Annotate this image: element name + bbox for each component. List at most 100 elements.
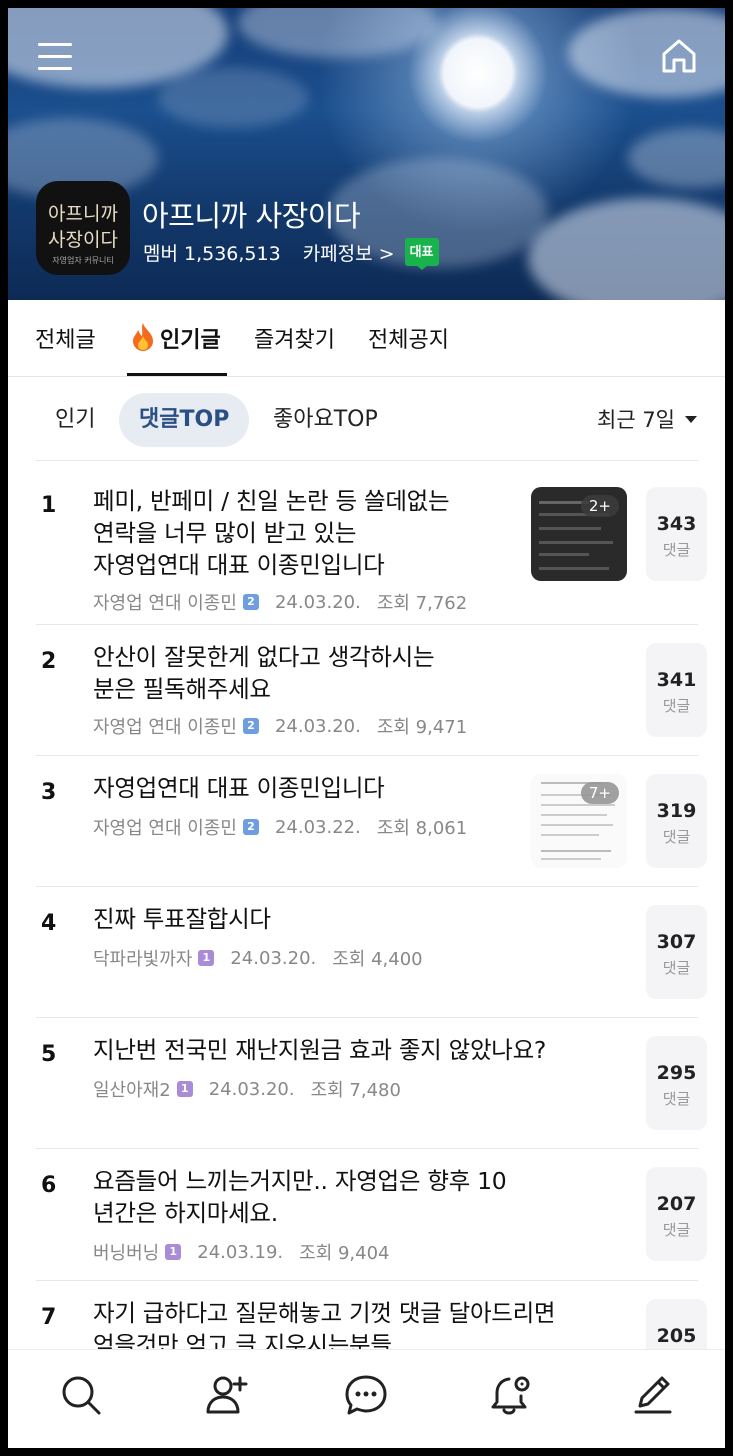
comment-count: 319 — [656, 800, 697, 822]
cafe-info-link[interactable]: 카페정보 > — [303, 239, 395, 266]
post-date: 24.03.20. — [230, 947, 317, 969]
post-meta: 자영업 연대 이종민 2 24.03.22. 조회 8,061 — [93, 814, 467, 840]
member-level-badge: 1 — [176, 1081, 193, 1097]
period-label: 최근 7일 — [597, 408, 675, 432]
cloud-decoration — [628, 128, 725, 188]
member-count: 멤버 1,536,513 — [143, 242, 281, 265]
chat-icon[interactable] — [343, 1372, 389, 1418]
post-thumbnail: 7+ — [531, 774, 627, 868]
comment-count-box: 343 댓글 — [646, 487, 707, 581]
add-friend-icon[interactable] — [203, 1372, 249, 1418]
logo-text: 아프니까 — [48, 203, 118, 225]
home-icon[interactable] — [659, 36, 699, 76]
comment-count-box: 295 댓글 — [646, 1036, 707, 1130]
menu-icon[interactable] — [38, 41, 74, 71]
post-row[interactable]: 3 자영업연대 대표 이종민입니다 자영업 연대 이종민 2 24.03.22.… — [36, 756, 707, 887]
write-icon[interactable] — [630, 1372, 676, 1418]
post-date: 24.03.19. — [197, 1241, 284, 1263]
post-rank: 1 — [41, 493, 57, 518]
post-meta: 일산아재2 1 24.03.20. 조회 7,480 — [93, 1076, 401, 1102]
comment-count-box: 319 댓글 — [646, 774, 707, 868]
member-level-badge: 1 — [198, 950, 215, 966]
search-icon[interactable] — [58, 1372, 104, 1418]
comment-label: 댓글 — [662, 828, 691, 846]
comment-count: 343 — [656, 513, 697, 535]
notification-settings-icon[interactable] — [488, 1372, 534, 1418]
comment-count-box: 341 댓글 — [646, 643, 707, 737]
post-views: 조회 9,471 — [376, 717, 468, 738]
post-rank: 2 — [41, 649, 57, 674]
post-date: 24.03.20. — [274, 715, 361, 737]
post-rank: 5 — [41, 1042, 57, 1067]
member-level-badge: 2 — [242, 594, 259, 610]
comment-label: 댓글 — [662, 697, 691, 715]
comment-count: 341 — [656, 669, 697, 691]
comment-label: 댓글 — [662, 1090, 691, 1108]
tab-popular-label: 인기글 — [160, 328, 221, 353]
post-meta: 자영업 연대 이종민 2 24.03.20. 조회 7,762 — [93, 589, 467, 615]
post-row[interactable]: 6 요즘들어 느끼는거지만.. 자영업은 향후 10 년간은 하지마세요. 버닝… — [36, 1149, 707, 1281]
post-views: 조회 7,762 — [376, 593, 468, 614]
post-row[interactable]: 5 지난번 전국민 재난지원금 효과 좋지 않았나요? 일산아재2 1 24.0… — [36, 1018, 707, 1149]
post-meta: 자영업 연대 이종민 2 24.03.20. 조회 9,471 — [93, 713, 467, 739]
logo-text: 사장이다 — [48, 229, 118, 251]
post-title: 지난번 전국민 재난지원금 효과 좋지 않았나요? — [93, 1036, 547, 1064]
filter-popular[interactable]: 인기 — [55, 393, 95, 447]
filter-comment-top[interactable]: 댓글TOP — [119, 393, 250, 447]
post-meta: 닥파라빛까자 1 24.03.20. 조회 4,400 — [93, 945, 423, 971]
tab-popular[interactable]: 인기글 — [130, 322, 221, 354]
post-author: 닥파라빛까자 — [93, 949, 193, 970]
comment-count: 307 — [656, 931, 697, 953]
cafe-header: 아프니까 사장이다 자영업자 커뮤니티 아프니까 사장이다 멤버 1,536,5… — [8, 8, 725, 300]
cafe-logo: 아프니까 사장이다 자영업자 커뮤니티 — [36, 181, 130, 275]
post-author: 버닝버닝 — [93, 1243, 160, 1264]
comment-label: 댓글 — [662, 959, 691, 977]
post-meta: 버닝버닝 1 24.03.19. 조회 9,404 — [93, 1239, 390, 1265]
post-title: 안산이 잘못한게 없다고 생각하시는 분은 필독해주세요 — [93, 643, 435, 703]
post-row[interactable]: 2 안산이 잘못한게 없다고 생각하시는 분은 필독해주세요 자영업 연대 이종… — [36, 625, 707, 756]
post-row[interactable]: 4 진짜 투표잘합시다 닥파라빛까자 1 24.03.20. 조회 4,400 … — [36, 887, 707, 1018]
post-views: 조회 4,400 — [332, 949, 423, 970]
app-screen: 아프니까 사장이다 자영업자 커뮤니티 아프니까 사장이다 멤버 1,536,5… — [8, 8, 725, 1448]
post-views: 조회 8,061 — [376, 818, 468, 839]
post-date: 24.03.20. — [274, 591, 361, 613]
tab-all-posts[interactable]: 전체글 — [35, 322, 96, 354]
comment-count-box: 307 댓글 — [646, 905, 707, 999]
board-tabs: 전체글 인기글 즐겨찾기 전체공지 — [8, 300, 725, 377]
comment-count: 295 — [656, 1062, 697, 1084]
post-author: 자영업 연대 이종민 — [93, 717, 237, 738]
post-row[interactable]: 1 페미, 반페미 / 친일 논란 등 쓸데없는 연락을 너무 많이 받고 있는… — [36, 461, 707, 625]
active-tab-indicator — [127, 373, 227, 376]
post-author: 자영업 연대 이종민 — [93, 818, 237, 839]
tab-notices[interactable]: 전체공지 — [368, 322, 449, 354]
filter-like-top[interactable]: 좋아요TOP — [273, 393, 378, 447]
member-level-badge: 2 — [242, 718, 259, 734]
comment-count: 205 — [656, 1325, 697, 1347]
post-views: 조회 9,404 — [299, 1243, 390, 1264]
tab-favorites[interactable]: 즐겨찾기 — [254, 322, 335, 354]
caret-down-icon — [685, 415, 697, 423]
post-date: 24.03.20. — [208, 1078, 295, 1100]
post-rank: 3 — [41, 780, 57, 805]
post-title: 요즘들어 느끼는거지만.. 자영업은 향후 10 년간은 하지마세요. — [93, 1167, 507, 1227]
comment-label: 댓글 — [662, 1221, 691, 1239]
post-author: 일산아재2 — [93, 1080, 171, 1101]
fire-icon — [133, 323, 153, 351]
logo-subtext: 자영업자 커뮤니티 — [52, 256, 114, 265]
post-rank: 7 — [41, 1305, 57, 1330]
post-title: 자영업연대 대표 이종민입니다 — [93, 774, 385, 802]
post-rank: 4 — [41, 911, 57, 936]
member-level-badge: 1 — [165, 1244, 182, 1260]
thumbnail-count-badge: 7+ — [580, 782, 619, 804]
thumbnail-count-badge: 2+ — [580, 495, 619, 517]
post-date: 24.03.22. — [274, 816, 361, 838]
post-thumbnail: 2+ — [531, 487, 627, 581]
cloud-decoration — [528, 198, 725, 300]
comment-count-box: 207 댓글 — [646, 1167, 707, 1261]
period-dropdown[interactable]: 최근 7일 — [597, 404, 697, 434]
member-level-badge: 2 — [242, 819, 259, 835]
post-author: 자영업 연대 이종민 — [93, 593, 237, 614]
post-list: 1 페미, 반페미 / 친일 논란 등 쓸데없는 연락을 너무 많이 받고 있는… — [36, 460, 707, 1412]
cloud-decoration — [568, 8, 725, 98]
cafe-meta: 멤버 1,536,513 카페정보 > 대표 — [143, 238, 439, 270]
